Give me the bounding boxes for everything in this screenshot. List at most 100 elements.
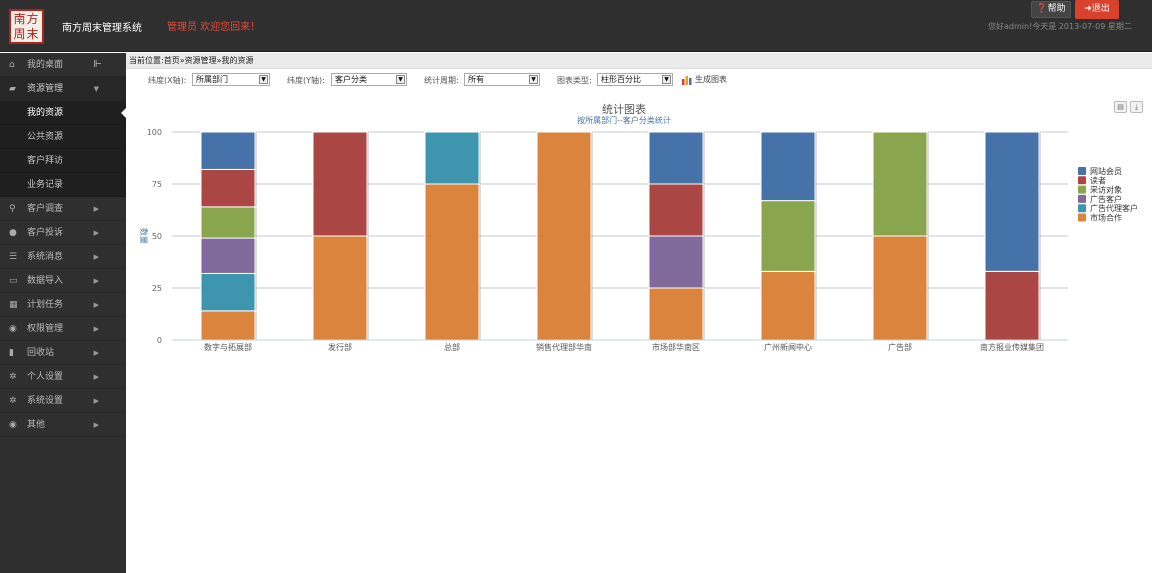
bar-segment xyxy=(200,237,256,274)
bar-shadow xyxy=(815,272,817,340)
bar-segment xyxy=(984,270,1040,341)
sidebar-item-system-settings[interactable]: ✲ 系统设置 ▶ xyxy=(0,389,126,413)
legend-label: 采访对象 xyxy=(1090,185,1122,195)
bar-segment xyxy=(424,131,480,185)
chevron-right-icon: ▶ xyxy=(93,301,99,309)
dropdown-arrow-icon: ▼ xyxy=(529,75,538,84)
welcome-message: 管理员 欢迎您回来！ xyxy=(167,22,261,33)
chevron-right-icon: ▶ xyxy=(93,277,99,285)
chart-type-select[interactable]: 柱形百分比 ▼ xyxy=(597,73,673,86)
bar-shadow xyxy=(255,311,257,340)
chart-type-value: 柱形百分比 xyxy=(601,75,641,84)
bar-segment xyxy=(760,270,816,341)
y-axis-select[interactable]: 客户分类 ▼ xyxy=(331,73,407,86)
sidebar-item-messages[interactable]: ☰ 系统消息 ▶ xyxy=(0,245,126,269)
sidebar-subitem-my-resources[interactable]: 我的资源 xyxy=(0,101,126,125)
bar-shadow xyxy=(1039,133,1041,272)
legend-label: 市场合作 xyxy=(1090,213,1122,223)
bar-shadow xyxy=(703,133,705,184)
logout-button[interactable]: ➜退出 xyxy=(1075,0,1119,19)
sidebar: ⌂ 我的桌面 ⊩ ▰ 资源管理 ▼ 我的资源 公共资源 客户拜访 业务记录 ⚲ 客户调查 ▶… xyxy=(0,53,126,573)
sidebar-item-label: 系统设置 xyxy=(27,396,64,406)
pin-icon[interactable]: ⊩ xyxy=(93,53,102,77)
y-tick-label: 25 xyxy=(152,284,162,293)
sidebar-subitem-business-records[interactable]: 业务记录 xyxy=(0,173,126,197)
y-tick-label: 75 xyxy=(152,180,162,189)
x-tick-label: 数字与拓展部 xyxy=(204,342,252,352)
legend-swatch xyxy=(1078,176,1086,185)
chart-type-label: 图表类型: xyxy=(557,76,592,85)
main-content: 当前位置:首页»资源管理»我的资源 纬度(X轴): 所属部门 ▼ 纬度(Y轴): … xyxy=(126,53,1152,573)
sidebar-item-resources[interactable]: ▰ 资源管理 ▼ xyxy=(0,77,126,101)
bar-shadow xyxy=(703,185,705,236)
x-axis-select[interactable]: 所属部门 ▼ xyxy=(192,73,270,86)
x-tick-label: 南方报业传媒集团 xyxy=(980,342,1044,352)
bar-shadow xyxy=(255,133,257,170)
period-select[interactable]: 所有 ▼ xyxy=(464,73,540,86)
period-label: 统计周期: xyxy=(424,76,459,85)
bar-shadow xyxy=(1039,272,1041,340)
bar-shadow xyxy=(367,133,369,236)
breadcrumb: 当前位置:首页»资源管理»我的资源 xyxy=(126,53,1152,69)
legend-swatch xyxy=(1078,213,1086,222)
gear-icon: ✲ xyxy=(9,372,17,382)
bar-segment xyxy=(200,272,256,312)
home-icon: ⌂ xyxy=(9,60,15,70)
bar-segment xyxy=(760,131,816,202)
print-icon[interactable]: ▤ xyxy=(1114,101,1127,113)
bar-shadow xyxy=(255,170,257,207)
filter-bar: 纬度(X轴): 所属部门 ▼ 纬度(Y轴): 客户分类 ▼ 统计周期: 所有 ▼ 图表… xyxy=(126,69,1152,89)
period-value: 所有 xyxy=(468,75,484,84)
sidebar-subitem-public-resources[interactable]: 公共资源 xyxy=(0,125,126,149)
sidebar-item-desktop[interactable]: ⌂ 我的桌面 ⊩ xyxy=(0,53,126,77)
help-icon: ❓ xyxy=(1036,4,1048,14)
y-tick-label: 100 xyxy=(147,128,162,137)
bar-shadow xyxy=(703,237,705,288)
legend-swatch xyxy=(1078,185,1086,194)
logout-label: 退出 xyxy=(1091,4,1110,14)
folder-icon: ▰ xyxy=(9,84,16,94)
bar-segment xyxy=(648,131,704,185)
sidebar-item-label: 计划任务 xyxy=(27,300,64,310)
sidebar-item-tasks[interactable]: ▦ 计划任务 ▶ xyxy=(0,293,126,317)
legend-label: 广告代理客户 xyxy=(1090,203,1138,213)
sidebar-item-recycle[interactable]: ▮ 回收站 ▶ xyxy=(0,341,126,365)
sidebar-item-label: 其他 xyxy=(27,420,46,430)
y-axis-label: 纬度(Y轴): xyxy=(287,76,325,85)
app-title: 南方周末管理系统 xyxy=(62,23,142,34)
y-tick-label: 0 xyxy=(157,336,162,345)
bar-shadow xyxy=(927,237,929,340)
chart-title: 统计图表 xyxy=(602,102,646,116)
x-tick-label: 发行部 xyxy=(328,342,352,352)
chart-panel: ▤ ⤓ 统计图表 按所属部门--客户分类统计 0 25 50 75 100 数量 数字与拓展部 发… xyxy=(126,97,1152,397)
help-button[interactable]: ❓帮助 xyxy=(1031,1,1071,18)
inbox-icon: ▭ xyxy=(9,276,18,286)
legend-swatch xyxy=(1078,167,1086,175)
bar-segment xyxy=(872,131,928,237)
x-tick-label: 销售代理部华南 xyxy=(536,342,592,352)
sidebar-item-complaints[interactable]: ● 客户投诉 ▶ xyxy=(0,221,126,245)
bar-shadow xyxy=(591,133,593,340)
download-icon[interactable]: ⤓ xyxy=(1130,101,1143,113)
sidebar-item-permissions[interactable]: ◉ 权限管理 ▶ xyxy=(0,317,126,341)
bar-shadow xyxy=(815,133,817,201)
sidebar-item-label: 客户调查 xyxy=(27,204,64,214)
bar-chart-icon xyxy=(682,75,692,85)
dropdown-arrow-icon: ▼ xyxy=(259,75,268,84)
bar-segment xyxy=(648,183,704,237)
sidebar-item-label: 个人设置 xyxy=(27,372,64,382)
bar-segment xyxy=(200,206,256,239)
dropdown-arrow-icon: ▼ xyxy=(396,75,405,84)
gear-icon: ✲ xyxy=(9,396,17,406)
sidebar-subitem-customer-visits[interactable]: 客户拜访 xyxy=(0,149,126,173)
sidebar-item-other[interactable]: ◉ 其他 ▶ xyxy=(0,413,126,437)
x-axis-label: 纬度(X轴): xyxy=(148,76,187,85)
calendar-icon: ▦ xyxy=(9,300,18,310)
sidebar-item-personal-settings[interactable]: ✲ 个人设置 ▶ xyxy=(0,365,126,389)
user-info: 您好admin!今天是 2013-07-09 星期二 xyxy=(988,22,1132,31)
sidebar-item-label: 权限管理 xyxy=(27,324,64,334)
sidebar-item-survey[interactable]: ⚲ 客户调查 ▶ xyxy=(0,197,126,221)
sidebar-item-import[interactable]: ▭ 数据导入 ▶ xyxy=(0,269,126,293)
top-bar: 南方周末 南方周末管理系统 管理员 欢迎您回来！ ❓帮助 ➜退出 您好admin… xyxy=(0,0,1152,52)
generate-chart-button[interactable]: 生成图表 xyxy=(682,74,727,85)
